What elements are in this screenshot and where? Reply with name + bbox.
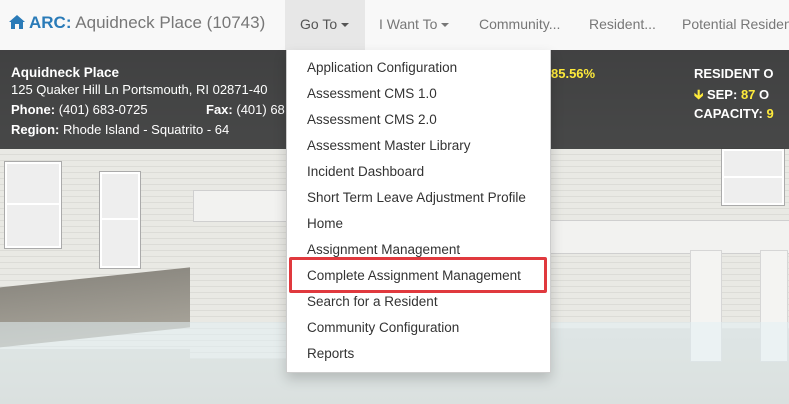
menu-item-home[interactable]: Home bbox=[287, 211, 550, 237]
nav-i-want-to-label: I Want To bbox=[379, 16, 438, 32]
goto-dropdown-menu: Application Configuration Assessment CMS… bbox=[286, 50, 551, 373]
phone-value: (401) 683-0725 bbox=[58, 102, 148, 117]
nav-i-want-to[interactable]: I Want To bbox=[379, 0, 450, 50]
building-window bbox=[100, 172, 140, 268]
phone-label: Phone: bbox=[11, 102, 56, 117]
community-address: 125 Quaker Hill Ln Portsmouth, RI 02871-… bbox=[11, 82, 268, 97]
brand-prefix: ARC: bbox=[29, 13, 72, 32]
community-region: Region: Rhode Island - Squatrito - 64 bbox=[11, 122, 229, 137]
highlight-annotation-box bbox=[289, 257, 547, 293]
nav-community[interactable]: Community... bbox=[479, 0, 560, 50]
caret-down-icon bbox=[341, 23, 350, 28]
menu-item-assessment-cms-2[interactable]: Assessment CMS 2.0 bbox=[287, 107, 550, 133]
nav-potential-residents[interactable]: Potential Residen bbox=[682, 0, 789, 50]
arrow-down-icon: 🡳 bbox=[694, 87, 704, 102]
occupancy-percent: 85.56% bbox=[551, 66, 596, 81]
community-name: Aquidneck Place bbox=[11, 65, 120, 80]
sep-label: SEP: bbox=[706, 87, 738, 102]
community-title: Aquidneck Place (10743) bbox=[75, 13, 266, 32]
sep-stat: 🡳 SEP: 87 O bbox=[694, 86, 769, 108]
top-navbar: ARC: Aquidneck Place (10743) Go To I Wan… bbox=[0, 0, 789, 51]
caret-down-icon bbox=[441, 23, 450, 28]
building-balcony bbox=[550, 220, 789, 254]
resident-occupancy-heading: RESIDENT O bbox=[694, 66, 774, 81]
capacity-value: 9 bbox=[766, 106, 774, 121]
community-fax: Fax: (401) 68 bbox=[206, 102, 285, 117]
region-value: Rhode Island - Squatrito - 64 bbox=[63, 122, 230, 137]
home-icon bbox=[8, 14, 26, 35]
menu-item-community-configuration[interactable]: Community Configuration bbox=[287, 315, 550, 341]
capacity-label: CAPACITY: bbox=[694, 106, 763, 121]
nav-goto-label: Go To bbox=[300, 16, 338, 32]
community-phone: Phone: (401) 683-0725 bbox=[11, 102, 148, 117]
menu-item-assessment-cms-1[interactable]: Assessment CMS 1.0 bbox=[287, 81, 550, 107]
menu-item-short-term-leave[interactable]: Short Term Leave Adjustment Profile bbox=[287, 185, 550, 211]
building-window bbox=[5, 162, 61, 248]
nav-goto[interactable]: Go To bbox=[285, 0, 365, 50]
menu-item-application-configuration[interactable]: Application Configuration bbox=[287, 55, 550, 81]
menu-item-incident-dashboard[interactable]: Incident Dashboard bbox=[287, 159, 550, 185]
sep-suffix: O bbox=[759, 87, 770, 102]
brand[interactable]: ARC: Aquidneck Place (10743) bbox=[8, 13, 265, 35]
sep-value: 87 bbox=[740, 87, 756, 102]
menu-item-reports[interactable]: Reports bbox=[287, 341, 550, 367]
menu-item-assessment-master-library[interactable]: Assessment Master Library bbox=[287, 133, 550, 159]
fax-value: (401) 68 bbox=[236, 102, 285, 117]
fax-label: Fax: bbox=[206, 102, 233, 117]
capacity-stat: CAPACITY: 9 bbox=[694, 106, 774, 121]
nav-resident[interactable]: Resident... bbox=[589, 0, 656, 50]
building-window bbox=[722, 149, 784, 205]
region-label: Region: bbox=[11, 122, 60, 137]
